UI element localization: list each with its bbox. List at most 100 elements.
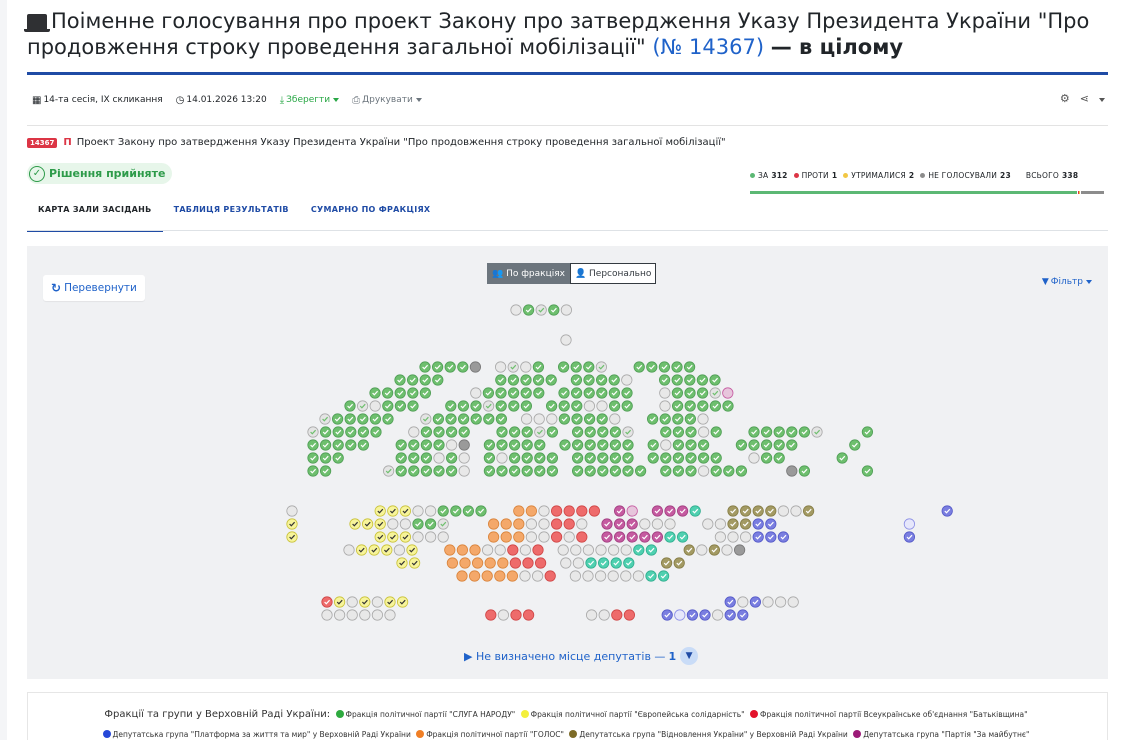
- deputy-seat[interactable]: [727, 518, 739, 530]
- deputy-seat[interactable]: [714, 531, 727, 543]
- deputy-seat[interactable]: [419, 361, 431, 373]
- deputy-seat[interactable]: [752, 505, 764, 517]
- deputy-seat[interactable]: [500, 518, 512, 530]
- deputy-seat[interactable]: [424, 505, 437, 517]
- deputy-seat[interactable]: [798, 465, 811, 477]
- deputy-seat[interactable]: [445, 400, 457, 412]
- deputy-seat[interactable]: [381, 544, 393, 556]
- deputy-seat[interactable]: [576, 518, 588, 530]
- deputy-seat[interactable]: [685, 439, 697, 451]
- deputy-seat[interactable]: [395, 452, 407, 464]
- deputy-seat[interactable]: [446, 557, 458, 569]
- deputy-seat[interactable]: [550, 505, 563, 517]
- deputy-seat[interactable]: [456, 544, 468, 556]
- deputy-seat[interactable]: [513, 505, 525, 517]
- deputy-seat[interactable]: [709, 374, 721, 386]
- deputy-seat[interactable]: [623, 609, 636, 621]
- tab-hall-map[interactable]: Карта зали засідань: [27, 205, 163, 232]
- deputy-seat[interactable]: [408, 426, 420, 438]
- deputy-seat[interactable]: [519, 570, 531, 582]
- deputy-seat[interactable]: [711, 609, 724, 621]
- deputy-seat[interactable]: [563, 505, 575, 517]
- deputy-seat[interactable]: [420, 413, 432, 425]
- deputy-seat[interactable]: [384, 596, 396, 608]
- deputy-seat[interactable]: [510, 304, 522, 316]
- deputy-seat[interactable]: [583, 374, 595, 386]
- deputy-seat[interactable]: [497, 557, 509, 569]
- deputy-seat[interactable]: [737, 609, 749, 621]
- deputy-seat[interactable]: [735, 439, 748, 451]
- deputy-seat[interactable]: [496, 465, 508, 477]
- deputy-seat[interactable]: [696, 374, 709, 386]
- bill-number-link[interactable]: (№ 14367): [652, 35, 764, 59]
- deputy-seat[interactable]: [685, 465, 697, 477]
- deputy-seat[interactable]: [482, 400, 495, 412]
- deputy-seat[interactable]: [420, 465, 432, 477]
- deputy-seat[interactable]: [507, 374, 519, 386]
- deputy-seat[interactable]: [686, 609, 699, 621]
- deputy-seat[interactable]: [632, 570, 645, 582]
- deputy-seat[interactable]: [572, 557, 585, 569]
- deputy-seat[interactable]: [646, 361, 658, 373]
- deputy-seat[interactable]: [412, 531, 424, 543]
- deputy-seat[interactable]: [724, 596, 736, 608]
- deputy-seat[interactable]: [307, 439, 319, 451]
- deputy-seat[interactable]: [557, 361, 570, 373]
- deputy-seat[interactable]: [525, 518, 537, 530]
- deputy-seat[interactable]: [307, 452, 319, 464]
- deputy-seat[interactable]: [607, 570, 619, 582]
- deputy-seat[interactable]: [319, 426, 332, 438]
- deputy-seat[interactable]: [507, 361, 519, 373]
- deputy-seat[interactable]: [684, 400, 696, 412]
- deputy-seat[interactable]: [563, 518, 575, 530]
- deputy-seat[interactable]: [696, 387, 709, 399]
- deputy-seat[interactable]: [639, 518, 651, 530]
- deputy-seat[interactable]: [752, 518, 764, 530]
- deputy-seat[interactable]: [609, 452, 622, 464]
- print-dropdown-button[interactable]: ⎙ Друкувати: [352, 95, 422, 106]
- deputy-seat[interactable]: [611, 609, 623, 621]
- deputy-seat[interactable]: [513, 518, 525, 530]
- deputy-seat[interactable]: [433, 465, 445, 477]
- deputy-seat[interactable]: [660, 439, 672, 451]
- deputy-seat[interactable]: [395, 465, 407, 477]
- deputy-seat[interactable]: [534, 452, 546, 464]
- deputy-seat[interactable]: [571, 439, 584, 451]
- deputy-seat[interactable]: [571, 465, 584, 477]
- deputy-seat[interactable]: [651, 518, 664, 530]
- deputy-seat[interactable]: [445, 439, 458, 451]
- deputy-seat[interactable]: [622, 465, 634, 477]
- deputy-seat[interactable]: [470, 387, 482, 399]
- deputy-seat[interactable]: [546, 413, 558, 425]
- deputy-seat[interactable]: [583, 361, 595, 373]
- deputy-seat[interactable]: [369, 400, 381, 412]
- deputy-seat[interactable]: [369, 387, 381, 399]
- deputy-seat[interactable]: [777, 531, 790, 543]
- deputy-seat[interactable]: [560, 557, 572, 569]
- deputy-seat[interactable]: [458, 465, 470, 477]
- deputy-seat[interactable]: [760, 452, 773, 464]
- deputy-seat[interactable]: [601, 518, 613, 530]
- deputy-seat[interactable]: [349, 518, 361, 530]
- deputy-seat[interactable]: [903, 531, 916, 543]
- deputy-seat[interactable]: [651, 531, 664, 543]
- deputy-seat[interactable]: [721, 544, 733, 556]
- deputy-seat[interactable]: [685, 426, 697, 438]
- deputy-seat[interactable]: [532, 374, 545, 386]
- deputy-seat[interactable]: [437, 505, 449, 517]
- deputy-seat[interactable]: [382, 465, 395, 477]
- deputy-seat[interactable]: [433, 452, 445, 464]
- deputy-seat[interactable]: [651, 505, 664, 517]
- deputy-seat[interactable]: [500, 531, 512, 543]
- deputy-seat[interactable]: [483, 452, 495, 464]
- deputy-seat[interactable]: [494, 361, 507, 373]
- deputy-seat[interactable]: [382, 400, 394, 412]
- deputy-seat[interactable]: [495, 400, 507, 412]
- deputy-seat[interactable]: [626, 518, 638, 530]
- deputy-seat[interactable]: [346, 596, 358, 608]
- deputy-seat[interactable]: [361, 518, 374, 530]
- deputy-seat[interactable]: [420, 426, 432, 438]
- deputy-seat[interactable]: [559, 439, 571, 451]
- deputy-seat[interactable]: [597, 439, 609, 451]
- deputy-seat[interactable]: [387, 505, 399, 517]
